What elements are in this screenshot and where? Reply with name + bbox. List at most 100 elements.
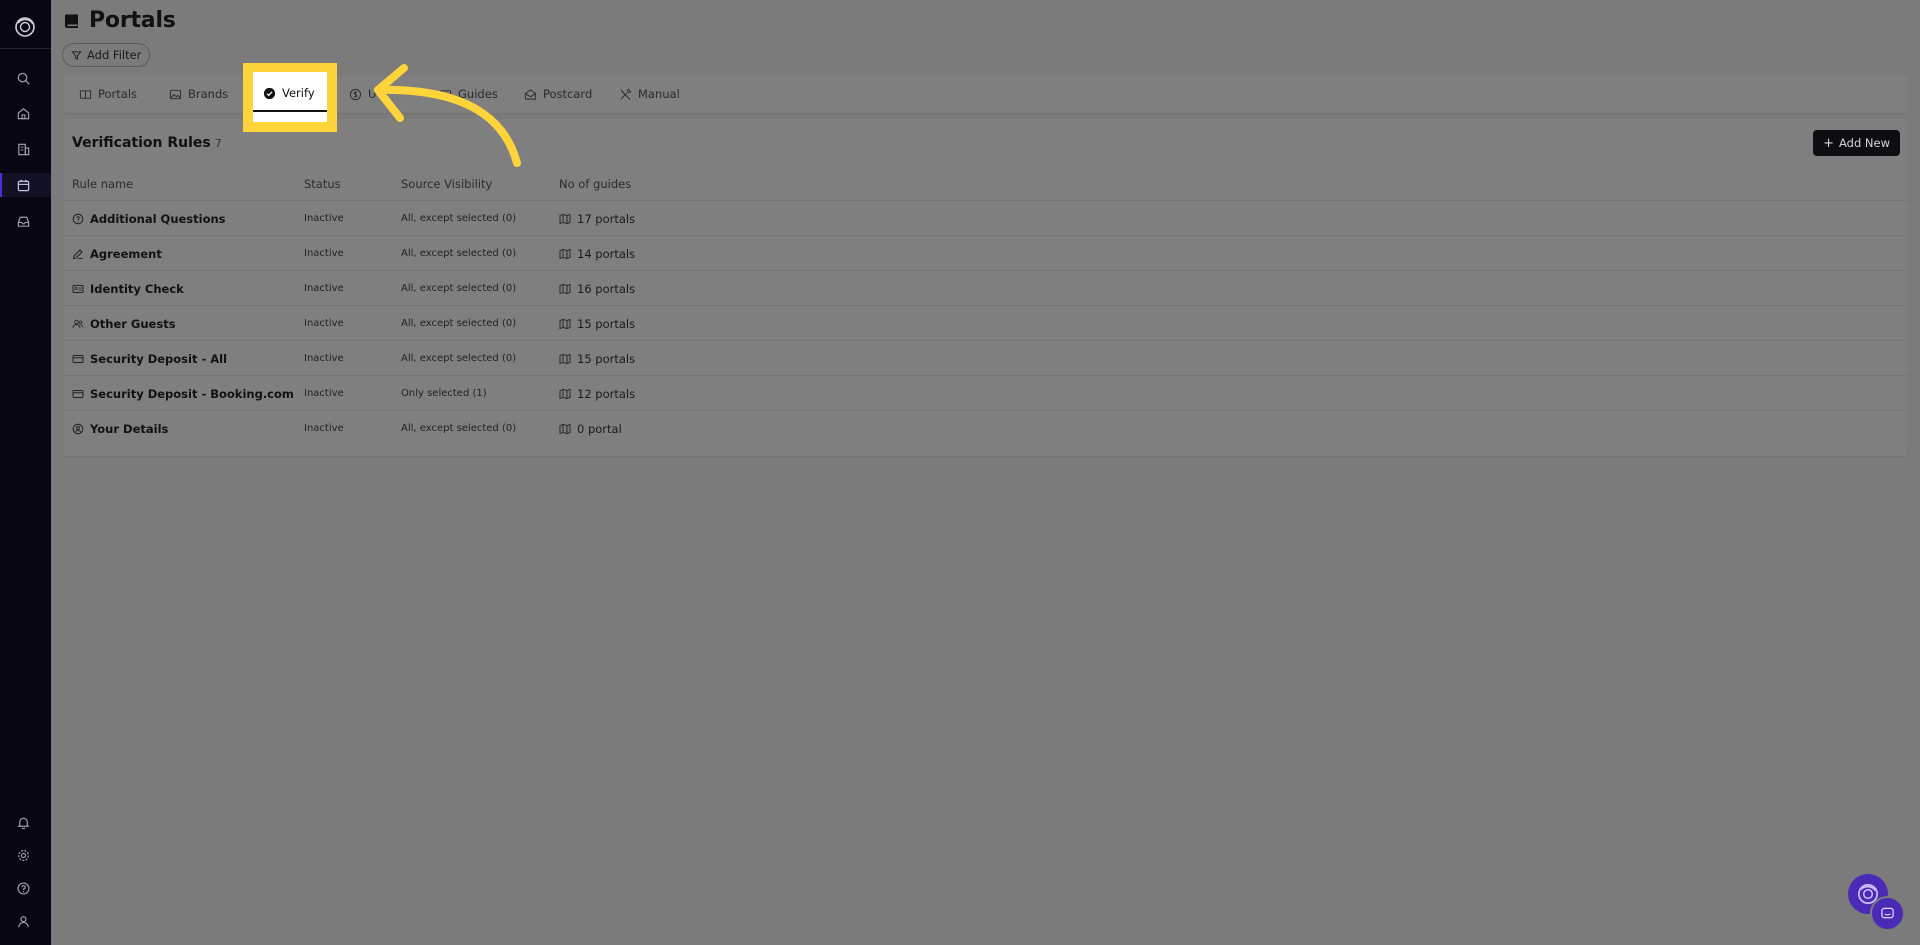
- plus-icon: +: [1823, 135, 1834, 151]
- rule-guides-label: 0 portal: [577, 421, 622, 436]
- rule-source-visibility: All, except selected (0): [401, 248, 517, 259]
- help-icon[interactable]: [14, 879, 32, 897]
- rule-guides-count: 14 portals: [559, 236, 635, 271]
- rule-name-cell[interactable]: Your Details: [72, 411, 168, 446]
- main-content: Portals Add Filter Portals Brands U Guid…: [51, 0, 1920, 945]
- building-icon[interactable]: [14, 140, 32, 158]
- rule-source-visibility: All, except selected (0): [401, 353, 517, 364]
- map-icon: [559, 353, 571, 364]
- table-row[interactable]: Security Deposit - All Inactive All, exc…: [63, 340, 1908, 375]
- rule-guides-count: 15 portals: [559, 306, 635, 341]
- rule-name-cell[interactable]: Identity Check: [72, 271, 184, 306]
- add-filter-label: Add Filter: [87, 48, 142, 62]
- rule-name: Agreement: [90, 246, 162, 261]
- table-row[interactable]: Additional Questions Inactive All, excep…: [63, 200, 1908, 235]
- rule-status: Inactive: [304, 353, 344, 364]
- rule-guides-label: 17 portals: [577, 211, 636, 226]
- table-row[interactable]: Your Details Inactive All, except select…: [63, 410, 1908, 445]
- rule-name: Security Deposit - All: [90, 351, 228, 366]
- inbox-icon[interactable]: [14, 212, 32, 230]
- rule-source-visibility: Only selected (1): [401, 388, 487, 399]
- card-title-text: Verification Rules: [72, 135, 211, 151]
- map-icon: [559, 388, 571, 399]
- credit-card-icon: [72, 389, 84, 398]
- tab-portals-label: Portals: [98, 87, 138, 101]
- tab-verify-label: Verify: [282, 86, 315, 100]
- tab-postcard-label: Postcard: [543, 87, 593, 101]
- rule-guides-label: 15 portals: [577, 316, 636, 331]
- rule-guides-count: 17 portals: [559, 201, 635, 236]
- rule-name-cell[interactable]: Other Guests: [72, 306, 176, 341]
- table-row[interactable]: Other Guests Inactive All, except select…: [63, 305, 1908, 340]
- tab-bar: Portals Brands U Guides Postcard Manual: [63, 75, 1908, 113]
- rule-guides-label: 14 portals: [577, 246, 636, 261]
- rule-name-cell[interactable]: Security Deposit - Booking.com: [72, 376, 294, 411]
- tab-manual-label: Manual: [638, 87, 680, 101]
- rule-guides-count: 16 portals: [559, 271, 635, 306]
- rule-source-visibility: All, except selected (0): [401, 318, 517, 329]
- map-icon: [559, 423, 571, 434]
- rule-name: Identity Check: [90, 281, 184, 296]
- rule-name-cell[interactable]: Security Deposit - All: [72, 341, 227, 376]
- bell-icon[interactable]: [14, 813, 32, 831]
- rule-source-visibility: All, except selected (0): [401, 423, 517, 434]
- add-filter-button[interactable]: Add Filter: [62, 43, 151, 67]
- gear-icon[interactable]: [14, 846, 32, 864]
- rule-name: Security Deposit - Booking.com: [90, 386, 294, 401]
- user-icon[interactable]: [14, 912, 32, 930]
- map-icon: [559, 318, 571, 329]
- verification-rules-card: Verification Rules 7 + Add New Rule name …: [63, 119, 1908, 456]
- tools-icon: [620, 88, 632, 100]
- page-title-text: Portals: [89, 8, 176, 33]
- card-title: Verification Rules 7: [72, 135, 222, 151]
- rule-status: Inactive: [304, 423, 344, 434]
- book-open-icon: [79, 89, 92, 99]
- tab-brands[interactable]: Brands: [169, 75, 228, 113]
- app-logo-icon[interactable]: [12, 14, 38, 40]
- rule-guides-count: 0 portal: [559, 411, 622, 446]
- rule-status: Inactive: [304, 318, 344, 329]
- tab-brands-label: Brands: [188, 87, 229, 101]
- tab-manual[interactable]: Manual: [619, 75, 680, 113]
- credit-card-icon: [72, 354, 84, 363]
- rule-name: Other Guests: [90, 316, 176, 331]
- filter-icon: [71, 50, 82, 60]
- tab-verify[interactable]: Verify: [263, 84, 315, 102]
- sidebar: [0, 0, 51, 945]
- rule-source-visibility: All, except selected (0): [401, 283, 517, 294]
- sidebar-divider: [0, 48, 51, 49]
- rule-status: Inactive: [304, 283, 344, 294]
- rule-status: Inactive: [304, 213, 344, 224]
- page-title: Portals: [63, 8, 176, 33]
- rule-status: Inactive: [304, 248, 344, 259]
- question-circle-icon: [72, 213, 84, 224]
- rule-name-cell[interactable]: Additional Questions: [72, 201, 226, 236]
- column-header-source-visibility[interactable]: Source Visibility: [401, 177, 492, 191]
- rule-name-cell[interactable]: Agreement: [72, 236, 162, 271]
- active-tab-underline: [253, 110, 327, 112]
- rule-name: Additional Questions: [90, 211, 226, 226]
- user-circle-icon: [72, 423, 84, 434]
- tab-postcard[interactable]: Postcard: [524, 75, 592, 113]
- id-card-icon: [72, 284, 84, 293]
- calendar-icon[interactable]: [14, 176, 32, 194]
- rule-guides-count: 12 portals: [559, 376, 635, 411]
- image-icon: [169, 89, 182, 99]
- rule-name: Your Details: [90, 421, 169, 436]
- chat-icon: [1881, 907, 1894, 919]
- rule-guides-label: 16 portals: [577, 281, 636, 296]
- table-row[interactable]: Identity Check Inactive All, except sele…: [63, 270, 1908, 305]
- table-row[interactable]: Agreement Inactive All, except selected …: [63, 235, 1908, 270]
- rule-status: Inactive: [304, 388, 344, 399]
- add-new-button[interactable]: + Add New: [1813, 130, 1900, 156]
- column-header-guides[interactable]: No of guides: [559, 177, 631, 191]
- search-icon[interactable]: [14, 69, 32, 87]
- table-row[interactable]: Security Deposit - Booking.com Inactive …: [63, 375, 1908, 410]
- tab-portals[interactable]: Portals: [79, 75, 137, 113]
- tutorial-arrow-icon: [374, 64, 521, 167]
- column-header-status[interactable]: Status: [304, 177, 341, 191]
- home-icon[interactable]: [14, 104, 32, 122]
- column-header-rule-name[interactable]: Rule name: [72, 177, 133, 191]
- users-icon: [72, 319, 84, 328]
- chat-launcher-button[interactable]: [1870, 896, 1905, 931]
